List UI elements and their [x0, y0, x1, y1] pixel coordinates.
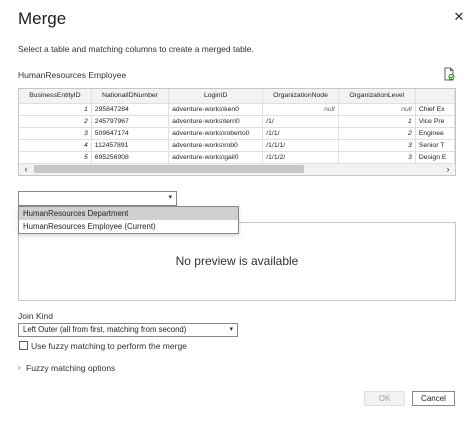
- table-cell: 509647174: [91, 127, 170, 140]
- merge-dialog: Merge ✕ Select a table and matching colu…: [0, 0, 474, 427]
- scroll-left-icon[interactable]: ‹: [19, 163, 33, 175]
- table-cell: adventure-works\gail0: [168, 151, 264, 164]
- column-header[interactable]: OrganizationNode: [262, 89, 339, 104]
- table-row: 5 695256908 adventure-works\gail0 /1/1/2…: [19, 151, 455, 164]
- table-row: 2 245797967 adventure-works\terri0 /1/ 1…: [19, 115, 455, 128]
- second-table-dropdown: HumanResources Department HumanResources…: [18, 206, 239, 234]
- column-header[interactable]: LoginID: [168, 89, 264, 104]
- table-cell: Senior T: [415, 139, 455, 152]
- table-cell: 1: [338, 115, 416, 128]
- column-header[interactable]: BusinessEntityID: [19, 89, 92, 104]
- table-cell: adventure-works\rob0: [168, 139, 264, 152]
- table-cell: adventure-works\ken0: [168, 103, 264, 116]
- column-header[interactable]: NationalIDNumber: [91, 89, 170, 104]
- fuzzy-matching-label[interactable]: Use fuzzy matching to perform the merge: [31, 341, 187, 351]
- document-icon-graphic: [444, 67, 455, 81]
- table-header-row: BusinessEntityID NationalIDNumber LoginI…: [19, 89, 455, 104]
- document-icon[interactable]: [442, 67, 456, 81]
- table-cell: 2: [19, 115, 92, 128]
- scrollbar-thumb[interactable]: [34, 165, 304, 173]
- dialog-title: Merge: [18, 9, 67, 28]
- table-cell: /1/1/1/: [262, 139, 339, 152]
- table-cell: null: [338, 103, 416, 116]
- second-table-select[interactable]: ▾: [18, 191, 177, 206]
- table-cell: /1/1/2/: [262, 151, 339, 164]
- table-cell: adventure-works\terri0: [168, 115, 264, 128]
- chevron-down-icon: ▾: [229, 326, 233, 333]
- join-kind-label: Join Kind: [18, 311, 53, 321]
- column-header[interactable]: [415, 89, 455, 104]
- close-icon[interactable]: ✕: [452, 10, 466, 24]
- dropdown-option[interactable]: HumanResources Department: [19, 207, 238, 220]
- table-row: 4 112457891 adventure-works\rob0 /1/1/1/…: [19, 139, 455, 152]
- cancel-button[interactable]: Cancel: [412, 391, 455, 406]
- fuzzy-matching-checkbox[interactable]: [19, 341, 28, 350]
- fuzzy-options-toggle[interactable]: Fuzzy matching options: [26, 363, 115, 373]
- join-kind-select[interactable]: Left Outer (all from first, matching fro…: [18, 323, 238, 337]
- table-cell: 5: [19, 151, 92, 164]
- table-cell: 2: [338, 127, 416, 140]
- ok-button[interactable]: OK: [364, 391, 405, 406]
- preview-table: BusinessEntityID NationalIDNumber LoginI…: [19, 89, 455, 164]
- table-cell: null: [262, 103, 339, 116]
- table-cell: Chief Ex: [415, 103, 455, 116]
- table-cell: 245797967: [91, 115, 170, 128]
- table-cell: 3: [19, 127, 92, 140]
- table-cell: 695256908: [91, 151, 170, 164]
- table-cell: /1/1/: [262, 127, 339, 140]
- join-kind-value: Left Outer (all from first, matching fro…: [23, 325, 187, 334]
- chevron-right-icon[interactable]: ›: [18, 363, 21, 372]
- dropdown-option[interactable]: HumanResources Employee (Current): [19, 220, 238, 233]
- table-cell: 295847284: [91, 103, 170, 116]
- first-table-name: HumanResources Employee: [18, 70, 127, 80]
- table-cell: adventure-works\roberto0: [168, 127, 264, 140]
- dialog-subtitle: Select a table and matching columns to c…: [18, 44, 254, 54]
- table-cell: /1/: [262, 115, 339, 128]
- chevron-down-icon: ▾: [168, 194, 172, 201]
- table-cell: 112457891: [91, 139, 170, 152]
- scroll-right-icon[interactable]: ›: [441, 163, 455, 175]
- table-cell: 1: [19, 103, 92, 116]
- table-cell: Enginee: [415, 127, 455, 140]
- column-header[interactable]: OrganizationLevel: [338, 89, 416, 104]
- table-cell: Design E: [415, 151, 455, 164]
- table-cell: 3: [338, 139, 416, 152]
- no-preview-message: No preview is available: [175, 254, 299, 268]
- table-cell: 4: [19, 139, 92, 152]
- table-row: 3 509647174 adventure-works\roberto0 /1/…: [19, 127, 455, 140]
- table-cell: Vice Pre: [415, 115, 455, 128]
- table-cell: 3: [338, 151, 416, 164]
- table-row: 1 295847284 adventure-works\ken0 null nu…: [19, 103, 455, 116]
